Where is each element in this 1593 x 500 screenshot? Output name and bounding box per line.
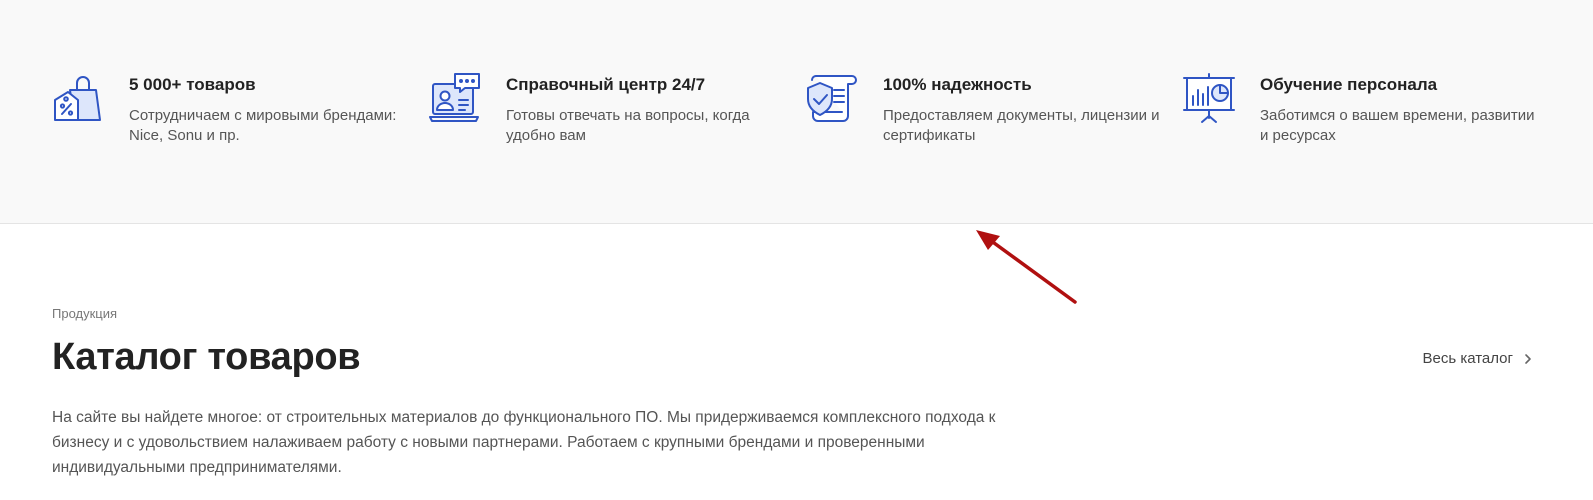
chevron-right-icon	[1523, 353, 1533, 365]
feature-title: Обучение персонала	[1260, 75, 1438, 94]
feature-title: 5 000+ товаров	[129, 75, 256, 94]
feature-description: Готовы отвечать на вопросы, когда удобно…	[506, 107, 750, 144]
section-eyebrow: Продукция	[52, 306, 118, 321]
feature-description: Заботимся о вашем времени, развитии и ре…	[1260, 107, 1535, 144]
feature-title: Справочный центр 24/7	[506, 75, 706, 94]
support-chat-icon	[429, 72, 481, 124]
shield-document-icon	[806, 72, 858, 124]
feature-training: Обучение персонала Заботимся о вашем вре…	[1183, 72, 1543, 162]
feature-support: Справочный центр 24/7 Готовы отвечать на…	[429, 72, 789, 162]
feature-description: Сотрудничаем с мировыми брендами: Nice, …	[129, 107, 397, 144]
section-title: Каталог товаров	[52, 336, 361, 378]
all-catalog-link[interactable]: Весь каталог	[1422, 350, 1533, 367]
shopping-bag-icon	[52, 72, 104, 124]
all-catalog-label: Весь каталог	[1422, 350, 1513, 367]
feature-products: 5 000+ товаров Сотрудничаем с мировыми б…	[52, 72, 412, 162]
feature-title: 100% надежность	[883, 75, 1032, 94]
annotation-arrow-icon	[976, 230, 1077, 304]
presentation-board-icon	[1183, 72, 1235, 124]
feature-description: Предоставляем документы, лицензии и серт…	[883, 107, 1160, 144]
feature-reliability: 100% надежность Предоставляем документы,…	[806, 72, 1166, 162]
section-description: На сайте вы найдете многое: от строитель…	[52, 409, 996, 476]
features-band: 5 000+ товаров Сотрудничаем с мировыми б…	[0, 0, 1593, 224]
